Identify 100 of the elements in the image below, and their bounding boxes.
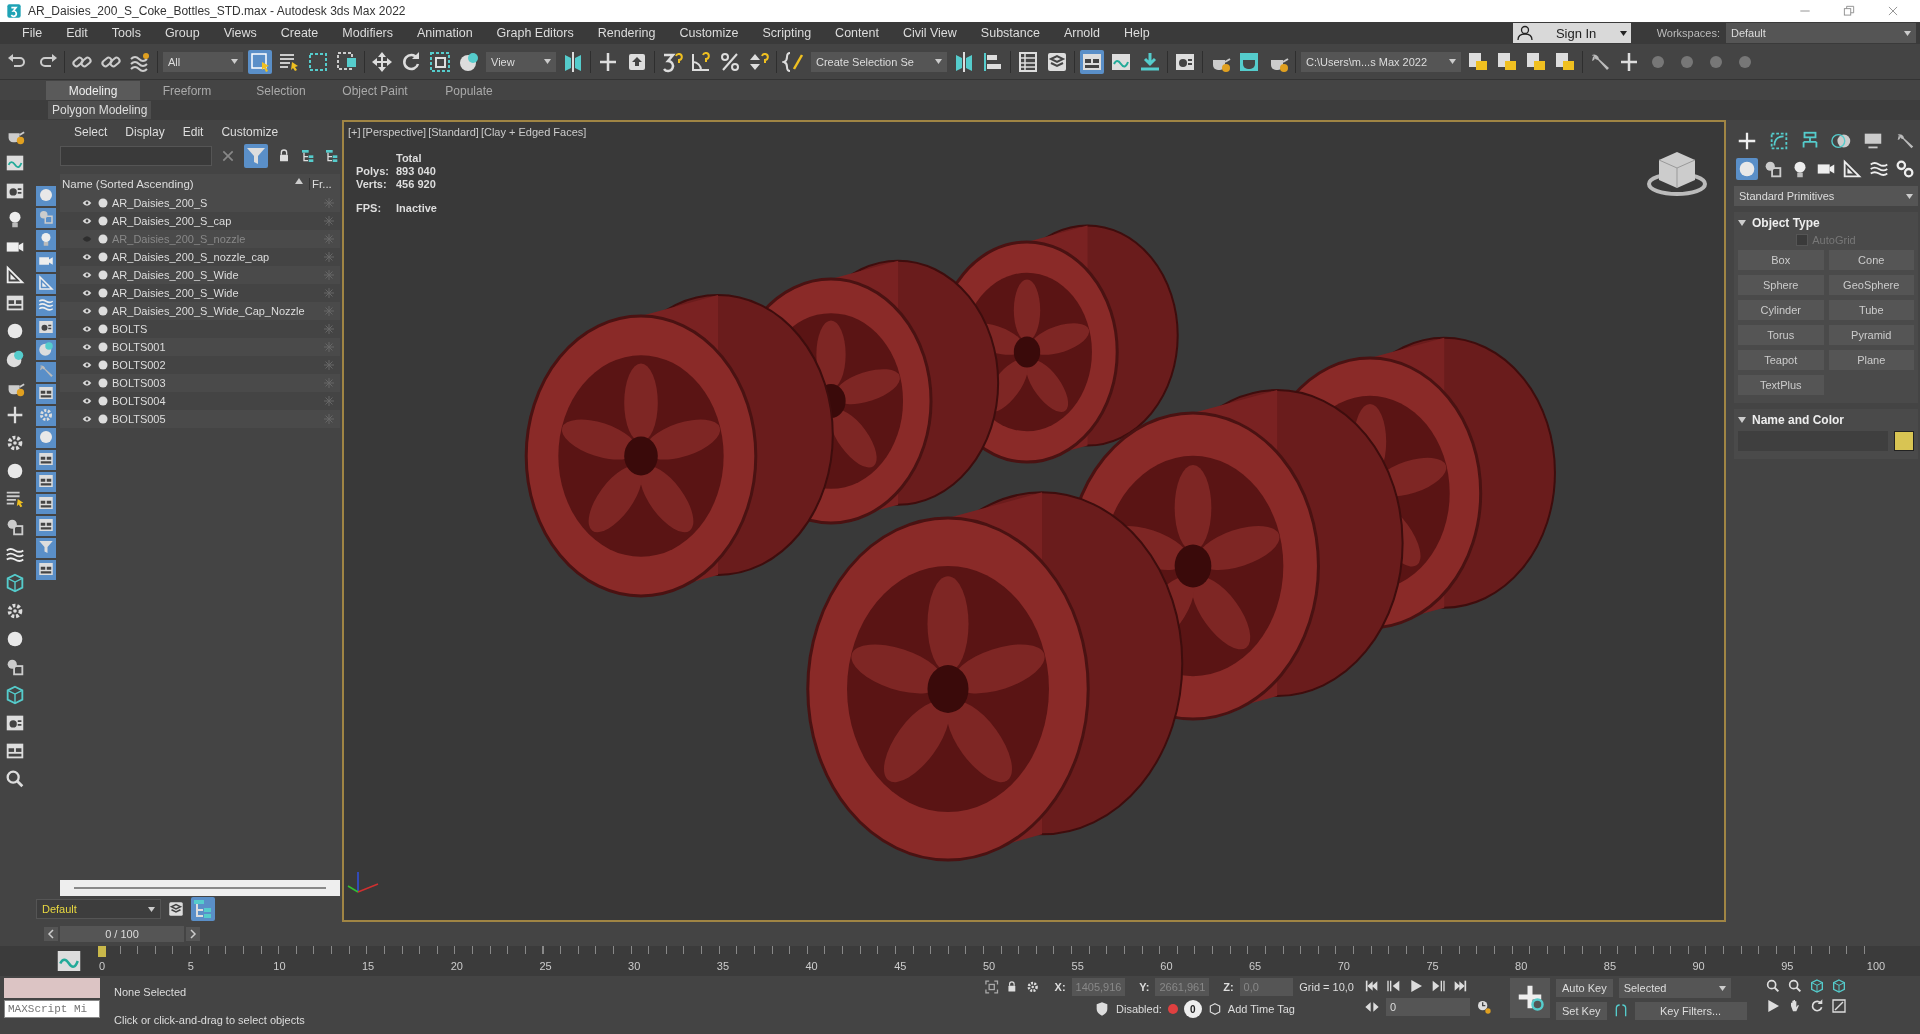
eye-icon[interactable] [80, 288, 94, 298]
render-dot-icon[interactable] [98, 396, 108, 406]
close-icon[interactable] [1886, 4, 1900, 18]
menu-item[interactable]: Customize [667, 26, 751, 40]
eye-icon[interactable] [80, 270, 94, 280]
search-field[interactable] [60, 146, 212, 166]
auto-key-button[interactable]: Auto Key [1556, 979, 1613, 997]
primitive-button[interactable]: Tube [1828, 300, 1914, 320]
eye-icon[interactable] [80, 342, 94, 352]
geometry-icon[interactable] [1736, 158, 1758, 180]
primitive-button[interactable]: Pyramid [1828, 325, 1914, 345]
edit-named-selection-icon[interactable] [782, 49, 806, 74]
workspace-dropdown[interactable]: Default [1726, 23, 1916, 43]
eye-icon[interactable] [80, 414, 94, 424]
render-dot-icon[interactable] [98, 342, 108, 352]
render-dot-icon[interactable] [98, 324, 108, 334]
object-name[interactable]: AR_Daisies_200_S_cap [108, 215, 324, 227]
go-to-start-icon[interactable] [1364, 978, 1380, 994]
zoom-all-icon[interactable] [1786, 978, 1803, 994]
eye-icon[interactable] [80, 360, 94, 370]
primitive-button[interactable]: Sphere [1738, 275, 1824, 295]
eye-icon[interactable] [80, 252, 94, 262]
key-mode-icon[interactable] [1364, 999, 1380, 1015]
render-dot-icon[interactable] [98, 288, 108, 298]
object-name[interactable]: AR_Daisies_200_S_Wide [108, 287, 324, 299]
render-dot-icon[interactable] [98, 234, 108, 244]
rollout-title[interactable]: Name and Color [1752, 413, 1844, 427]
menu-item[interactable]: Scripting [750, 26, 824, 40]
menu-item[interactable]: File [10, 26, 55, 40]
ribbon-panel-label[interactable]: Polygon Modeling [48, 101, 152, 119]
restore-icon[interactable] [1842, 4, 1856, 18]
selection-filter-dropdown[interactable]: All [163, 51, 243, 72]
column-header[interactable]: Name (Sorted Ascending) [60, 178, 309, 190]
menu-item[interactable]: Civil View [890, 26, 969, 40]
viewport-label[interactable]: [Standard] [428, 126, 479, 138]
primitive-button[interactable]: Torus [1738, 325, 1824, 345]
menu-item[interactable]: Group [152, 26, 212, 40]
scene-explorer-icon[interactable] [1016, 49, 1040, 74]
menu-item[interactable]: Animation [405, 26, 485, 40]
primitive-button[interactable]: Cylinder [1738, 300, 1824, 320]
menu-item[interactable]: Views [211, 26, 269, 40]
named-selection-dropdown[interactable]: Create Selection Se [811, 51, 947, 72]
primitive-button[interactable]: Plane [1828, 350, 1914, 370]
ribbon-tab[interactable]: Selection [234, 81, 328, 100]
ruler-icon[interactable] [4, 264, 26, 286]
primitive-button[interactable]: Teapot [1738, 350, 1824, 370]
object-name[interactable]: BOLTS004 [108, 395, 324, 407]
time-slider-thumb[interactable] [98, 946, 106, 957]
menu-item[interactable]: Rendering [585, 26, 668, 40]
next-frame-icon[interactable] [1430, 978, 1446, 994]
render-dot-icon[interactable] [98, 198, 108, 208]
ribbon-tab[interactable]: Freeform [140, 81, 234, 100]
render-dot-icon[interactable] [98, 414, 108, 424]
maxscript-field[interactable]: MAXScript Mi [4, 1000, 100, 1018]
color-swatch[interactable] [1894, 431, 1914, 451]
ribbon-tab[interactable]: Object Paint [328, 81, 422, 100]
set-key-button[interactable]: Set Key [1556, 1002, 1607, 1020]
layer-dropdown[interactable]: Default [36, 899, 161, 919]
maximize-viewport-icon[interactable] [1830, 998, 1847, 1014]
search-icon[interactable] [4, 768, 26, 790]
menu-item[interactable]: Graph Editors [484, 26, 586, 40]
viewport-label[interactable]: [+] [348, 126, 361, 138]
object-name[interactable]: BOLTS002 [108, 359, 324, 371]
eye-icon[interactable] [80, 306, 94, 316]
reference-coordinate-dropdown[interactable]: View [486, 51, 556, 72]
scale-icon[interactable] [428, 49, 452, 74]
menu-item[interactable]: Tools [99, 26, 153, 40]
viewport[interactable]: [+] [Perspective] [Standard] [Clay + Edged Faces] Total Polys: 893 040 Verts: 456 920 FPS: Inactive [342, 120, 1726, 922]
set-keys-button[interactable] [1510, 978, 1550, 1018]
column-header[interactable]: Fr... [309, 178, 340, 190]
horizontal-scrollbar[interactable] [60, 880, 340, 896]
clear-icon[interactable] [220, 148, 236, 164]
render-dot-icon[interactable] [98, 360, 108, 370]
render-dot-icon[interactable] [98, 216, 108, 226]
primitive-button[interactable]: TextPlus [1738, 375, 1824, 395]
eye-icon[interactable] [80, 216, 94, 226]
play-icon[interactable] [1408, 978, 1424, 994]
explorer-menu-item[interactable]: Edit [176, 125, 210, 139]
render-dot-icon[interactable] [98, 270, 108, 280]
menu-item[interactable]: Arnold [1051, 26, 1113, 40]
time-config-icon[interactable] [1476, 999, 1492, 1015]
render-dot-icon[interactable] [98, 306, 108, 316]
adaptive-button[interactable]: 0 [1183, 1000, 1202, 1018]
next-frame-button[interactable] [186, 927, 200, 941]
select-object-icon[interactable] [248, 49, 272, 74]
render-dot-icon[interactable] [98, 378, 108, 388]
primitive-button[interactable]: GeoSphere [1828, 275, 1914, 295]
time-tag-link[interactable]: Add Time Tag [1227, 1003, 1295, 1015]
filter-icon[interactable] [244, 144, 268, 168]
hierarchy-icon[interactable] [324, 148, 340, 164]
ribbon-tab[interactable]: Modeling [46, 81, 140, 100]
collapse-icon[interactable] [1738, 417, 1746, 423]
angle-snap-icon[interactable] [689, 49, 713, 74]
eye-icon[interactable] [80, 198, 94, 208]
explorer-menu-item[interactable]: Display [119, 125, 171, 139]
object-name[interactable]: BOLTS [108, 323, 324, 335]
menu-item[interactable]: Substance [968, 26, 1052, 40]
cube-icon[interactable] [4, 684, 26, 706]
render-dot-icon[interactable] [98, 252, 108, 262]
collapse-icon[interactable] [1738, 220, 1746, 226]
